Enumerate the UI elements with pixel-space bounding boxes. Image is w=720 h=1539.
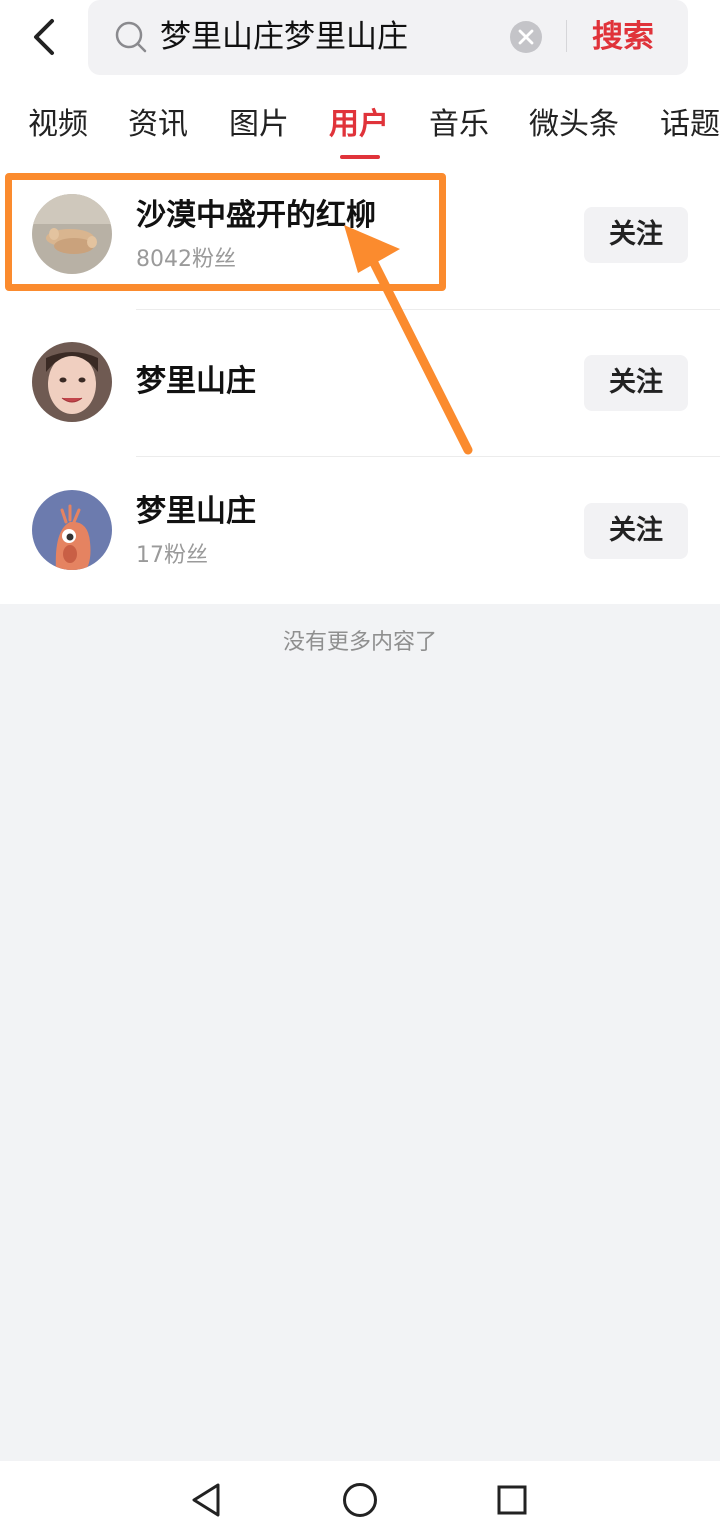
tab-topics[interactable]: 话题 <box>660 102 720 148</box>
nav-recents-button[interactable] <box>488 1476 536 1524</box>
nav-back-button[interactable] <box>182 1476 230 1524</box>
tab-video[interactable]: 视频 <box>28 102 88 148</box>
arrow-annotation-icon <box>344 225 473 455</box>
user-name[interactable]: 梦里山庄 <box>136 490 256 534</box>
avatar[interactable] <box>32 342 112 422</box>
chevron-left-icon <box>34 19 54 55</box>
tab-users[interactable]: 用户 <box>329 102 389 148</box>
user-name[interactable]: 梦里山庄 <box>136 360 256 404</box>
no-more-content: 没有更多内容了 <box>282 630 437 655</box>
cartoon-avatar-icon <box>32 490 112 570</box>
home-circle-icon <box>343 1483 377 1517</box>
back-triangle-icon <box>192 1483 220 1517</box>
recents-square-icon <box>497 1485 527 1515</box>
search-input[interactable]: 梦里山庄梦里山庄 <box>160 14 408 60</box>
tab-news[interactable]: 资讯 <box>128 102 188 148</box>
search-button[interactable]: 搜索 <box>592 14 654 60</box>
tab-music[interactable]: 音乐 <box>429 102 489 148</box>
search-icon <box>115 21 147 53</box>
avatar[interactable] <box>32 490 112 570</box>
tab-images[interactable]: 图片 <box>229 102 289 148</box>
nav-home-button[interactable] <box>336 1476 384 1524</box>
clear-icon[interactable] <box>509 20 543 54</box>
back-button[interactable] <box>20 12 70 62</box>
active-tab-indicator <box>340 155 380 159</box>
avatar-photo <box>32 342 112 422</box>
search-divider <box>566 20 567 52</box>
follow-button[interactable]: 关注 <box>584 503 688 559</box>
tab-micro-headlines[interactable]: 微头条 <box>529 102 619 148</box>
follow-button[interactable]: 关注 <box>584 355 688 411</box>
follow-button[interactable]: 关注 <box>584 207 688 263</box>
fans-count: 17粉丝 <box>136 543 208 568</box>
